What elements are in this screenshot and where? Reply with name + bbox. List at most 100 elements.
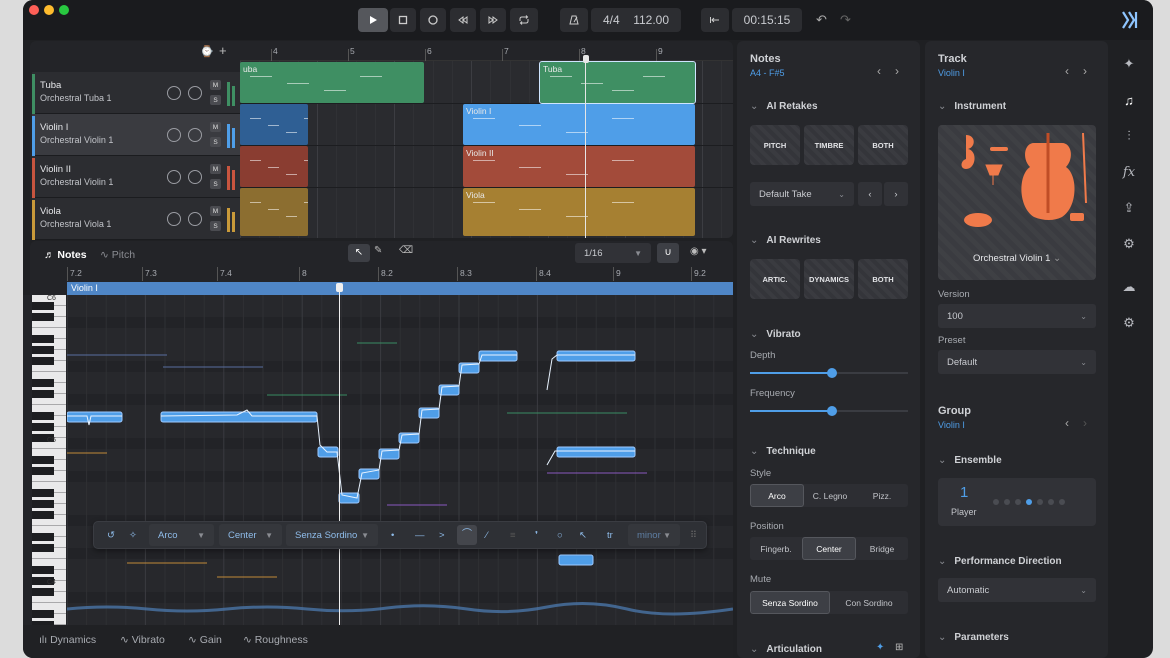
style-arco-option[interactable]: Arco bbox=[750, 484, 804, 507]
black-key[interactable] bbox=[32, 610, 54, 618]
black-key[interactable] bbox=[32, 467, 54, 475]
frequency-slider-knob[interactable] bbox=[827, 406, 838, 416]
fx-icon[interactable]: fx bbox=[1118, 161, 1140, 183]
player-dot[interactable] bbox=[1048, 499, 1054, 505]
position-fingerboard-option[interactable]: Fingerb. bbox=[750, 537, 802, 560]
tab-gain[interactable]: ∿ Gain bbox=[188, 634, 222, 646]
group-prev-icon[interactable]: ‹ bbox=[1065, 416, 1069, 430]
mute-select[interactable]: Senza Sordino ▼ bbox=[286, 524, 378, 546]
note-block[interactable] bbox=[556, 350, 636, 362]
fall-icon[interactable]: ↖ bbox=[579, 522, 587, 548]
articulation-header[interactable]: ⌄ Articulation bbox=[750, 644, 822, 655]
pan-knob[interactable] bbox=[188, 170, 202, 184]
violin1-clip[interactable]: Violin I bbox=[463, 104, 695, 145]
tab-dynamics[interactable]: ılı Dynamics bbox=[39, 634, 96, 646]
depth-slider[interactable] bbox=[750, 368, 908, 378]
style-col-legno-option[interactable]: C. Legno bbox=[804, 484, 856, 507]
snap-magnet-icon[interactable]: ∪ bbox=[657, 243, 679, 263]
rewind-button[interactable] bbox=[450, 8, 476, 32]
loop-button[interactable] bbox=[510, 8, 538, 32]
ai-rewrites-header[interactable]: ⌄ AI Rewrites bbox=[750, 235, 821, 246]
instrument-card[interactable]: Orchestral Violin 1 ⌄ bbox=[938, 125, 1096, 280]
tuba-clip[interactable]: Tuba bbox=[539, 61, 696, 104]
position-select[interactable]: Center ▼ bbox=[219, 524, 282, 546]
player-dot[interactable] bbox=[1015, 499, 1021, 505]
take-prev-button[interactable]: ‹ bbox=[858, 182, 882, 206]
export-icon[interactable]: ⇪ bbox=[1118, 197, 1140, 219]
black-key[interactable] bbox=[32, 379, 54, 387]
harmonic-icon[interactable]: ○ bbox=[557, 522, 563, 548]
pan-knob[interactable] bbox=[188, 128, 202, 142]
retake-both-button[interactable]: BOTH bbox=[858, 125, 908, 165]
black-key[interactable] bbox=[32, 302, 54, 310]
editor-ruler[interactable]: 7.2 7.3 7.4 8 8.2 8.3 8.4 9 9.2 bbox=[67, 267, 733, 281]
tab-vibrato[interactable]: ∿ Vibrato bbox=[120, 634, 165, 646]
vibrato-header[interactable]: ⌄ Vibrato bbox=[750, 329, 801, 340]
tempo-display[interactable]: 4/4 112.00 bbox=[591, 8, 681, 32]
black-key[interactable] bbox=[32, 566, 54, 574]
trill-icon[interactable]: tr bbox=[607, 522, 613, 548]
glide-icon[interactable]: ⁄ bbox=[486, 522, 488, 548]
note-block[interactable] bbox=[478, 350, 518, 362]
articulation-grid-icon[interactable]: ⊞ bbox=[895, 642, 903, 653]
mixer-icon[interactable]: ⫶ bbox=[1118, 125, 1140, 147]
note-block[interactable] bbox=[67, 411, 123, 423]
track-prev-icon[interactable]: ‹ bbox=[1065, 64, 1069, 78]
track-next-icon[interactable]: › bbox=[1083, 64, 1087, 78]
staccato-icon[interactable]: • bbox=[391, 522, 394, 548]
piano-keyboard[interactable]: C6 C5 C4 bbox=[23, 295, 67, 629]
mute-button[interactable]: M bbox=[210, 122, 221, 132]
track-row[interactable]: Tuba Orchestral Tuba 1 MS bbox=[32, 72, 240, 114]
viola-clip[interactable]: Viola bbox=[463, 188, 695, 236]
rewrite-both-button[interactable]: BOTH bbox=[858, 259, 908, 299]
volume-knob[interactable] bbox=[167, 86, 181, 100]
drag-handle-icon[interactable]: ⠿ bbox=[690, 522, 697, 548]
mute-senza-option[interactable]: Senza Sordino bbox=[750, 591, 830, 614]
plugin-icon[interactable]: ⚙ bbox=[1118, 233, 1140, 255]
select-tool-button[interactable]: ↖ bbox=[348, 244, 370, 262]
violin2-clip[interactable]: Violin II bbox=[463, 146, 695, 187]
violin2-clip[interactable] bbox=[240, 146, 308, 187]
mute-con-option[interactable]: Con Sordino bbox=[830, 591, 908, 614]
minimize-window-button[interactable] bbox=[44, 5, 54, 15]
arrange-grid[interactable]: uba Tuba Violin I Violin II Viola bbox=[240, 61, 733, 238]
viola-clip[interactable] bbox=[240, 188, 308, 236]
visibility-eye-icon[interactable]: ◉ ▾ bbox=[690, 246, 707, 257]
tremolo-icon[interactable]: ≡ bbox=[510, 522, 516, 548]
tenuto-icon[interactable]: — bbox=[415, 522, 425, 548]
ai-wand-icon[interactable]: ✧ bbox=[123, 522, 143, 548]
black-key[interactable] bbox=[32, 588, 54, 596]
scale-select[interactable]: minor ▼ bbox=[628, 524, 680, 546]
tuba-clip[interactable]: uba bbox=[240, 62, 424, 103]
play-button[interactable] bbox=[358, 8, 388, 32]
time-signature[interactable]: 4/4 bbox=[603, 13, 620, 27]
mute-button[interactable]: M bbox=[210, 206, 221, 216]
fast-forward-button[interactable] bbox=[480, 8, 506, 32]
wand-icon[interactable]: ✦ bbox=[1118, 53, 1140, 75]
take-next-button[interactable]: › bbox=[884, 182, 908, 206]
ensemble-card[interactable]: 1 Player bbox=[938, 478, 1096, 526]
undo-icon[interactable]: ↶ bbox=[816, 12, 827, 28]
add-track-button[interactable]: + bbox=[219, 43, 227, 58]
player-dot[interactable] bbox=[1004, 499, 1010, 505]
performance-direction-header[interactable]: ⌄ Performance Direction bbox=[938, 556, 1062, 567]
performance-direction-select[interactable]: Automatic ⌄ bbox=[938, 578, 1096, 602]
eraser-tool-icon[interactable]: ⌫ bbox=[399, 245, 413, 256]
tab-roughness[interactable]: ∿ Roughness bbox=[243, 634, 308, 646]
tab-notes[interactable]: ♬ Notes bbox=[44, 249, 87, 261]
frequency-slider[interactable] bbox=[750, 406, 908, 416]
rewrite-dynamics-button[interactable]: DYNAMICS bbox=[804, 259, 854, 299]
slur-icon[interactable]: ⌒ bbox=[457, 525, 477, 545]
preset-select[interactable]: Default ⌄ bbox=[938, 350, 1096, 374]
black-key[interactable] bbox=[32, 335, 54, 343]
style-pizz-option[interactable]: Pizz. bbox=[856, 484, 908, 507]
depth-slider-knob[interactable] bbox=[827, 368, 838, 378]
volume-knob[interactable] bbox=[167, 170, 181, 184]
parameters-header[interactable]: ⌄ Parameters bbox=[938, 632, 1009, 643]
notes-prev-icon[interactable]: ‹ bbox=[877, 64, 881, 78]
black-key[interactable] bbox=[32, 313, 54, 321]
redo-icon[interactable]: ↷ bbox=[840, 12, 851, 28]
player-dot[interactable] bbox=[1026, 499, 1032, 505]
tab-pitch[interactable]: ∿ Pitch bbox=[100, 249, 135, 261]
return-to-start-button[interactable] bbox=[701, 8, 729, 32]
